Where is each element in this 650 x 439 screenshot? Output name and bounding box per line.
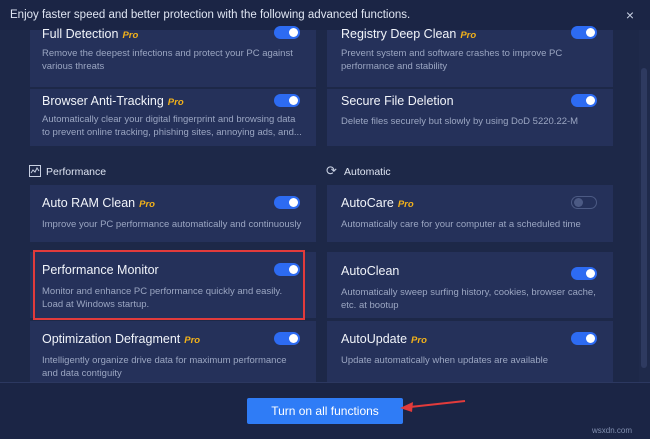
toggle-browser-anti-tracking[interactable]	[274, 94, 300, 107]
card-auto-ram-clean: Auto RAM Clean Pro Improve your PC perfor…	[30, 185, 316, 242]
toggle-autoclean[interactable]	[571, 267, 597, 280]
card-title: AutoUpdate Pro	[341, 332, 427, 346]
toggle-optimization-defragment[interactable]	[274, 332, 300, 345]
toggle-knob	[586, 96, 595, 105]
toggle-knob	[289, 28, 298, 37]
toggle-knob	[289, 334, 298, 343]
toggle-knob	[289, 198, 298, 207]
card-title: Registry Deep Clean Pro	[341, 27, 477, 41]
toggle-secure-file-deletion[interactable]	[571, 94, 597, 107]
card-full-detection: Full Detection Pro Remove the deepest inf…	[30, 26, 316, 87]
toggle-autoupdate[interactable]	[571, 332, 597, 345]
pro-badge: Pro	[411, 335, 427, 346]
pro-badge: Pro	[139, 199, 155, 210]
turn-on-all-button[interactable]: Turn on all functions	[247, 398, 403, 424]
pro-badge: Pro	[460, 30, 477, 41]
section-performance: Performance	[46, 166, 107, 178]
top-bar: Enjoy faster speed and better protection…	[0, 0, 650, 30]
toggle-auto-ram-clean[interactable]	[274, 196, 300, 209]
card-secure-file-deletion: Secure File Deletion Delete files secure…	[327, 89, 613, 146]
toggle-knob	[586, 334, 595, 343]
card-description: Automatically clear your digital fingerp…	[42, 114, 302, 138]
scrollbar[interactable]	[639, 30, 650, 382]
card-title: AutoCare Pro	[341, 196, 414, 210]
card-title: Browser Anti-Tracking Pro	[42, 94, 184, 108]
section-automatic: Automatic	[344, 166, 391, 178]
card-browser-anti-tracking: Browser Anti-Tracking Pro Automatically c…	[30, 89, 316, 146]
toggle-registry-deep-clean[interactable]	[571, 26, 597, 39]
close-icon[interactable]: ×	[621, 6, 639, 24]
card-title: Secure File Deletion	[341, 94, 454, 108]
card-description: Improve your PC performance automaticall…	[42, 219, 302, 230]
pro-badge: Pro	[122, 30, 139, 41]
toggle-full-detection[interactable]	[274, 26, 300, 39]
watermark: wsxdn.com	[592, 426, 633, 435]
header-message: Enjoy faster speed and better protection…	[10, 9, 411, 21]
performance-chart-icon	[29, 165, 41, 177]
card-description: Update automatically when updates are av…	[341, 355, 549, 366]
card-description: Automatically care for your computer at …	[341, 219, 581, 230]
toggle-knob	[574, 198, 583, 207]
card-title: Full Detection Pro	[42, 27, 139, 41]
toggle-knob	[586, 269, 595, 278]
toggle-knob	[586, 28, 595, 37]
red-arrow-icon	[400, 400, 466, 412]
card-optimization-defragment: Optimization Defragment Pro Intelligently…	[30, 321, 316, 382]
card-description: Remove the deepest infections and protec…	[42, 48, 293, 72]
card-description: Automatically sweep surfing history, coo…	[341, 287, 596, 311]
refresh-icon: ⟳	[326, 163, 337, 178]
card-description: Prevent system and software crashes to i…	[341, 48, 563, 72]
card-autoclean: AutoClean Automatically sweep surfing hi…	[327, 252, 613, 318]
card-registry-deep-clean: Registry Deep Clean Pro Prevent system an…	[327, 26, 613, 87]
card-description: Delete files securely but slowly by usin…	[341, 116, 579, 127]
card-title: Auto RAM Clean Pro	[42, 196, 155, 210]
card-autocare: AutoCare Pro Automatically care for your …	[327, 185, 613, 242]
pro-badge: Pro	[397, 199, 414, 210]
pro-badge: Pro	[184, 335, 201, 346]
card-autoupdate: AutoUpdate Pro Update automatically when …	[327, 321, 613, 382]
card-title: Optimization Defragment Pro	[42, 332, 201, 346]
card-title: AutoClean	[341, 264, 400, 278]
card-description: Intelligently organize drive data for ma…	[42, 355, 287, 379]
scrollbar-thumb[interactable]	[641, 68, 647, 368]
highlight-box	[33, 250, 305, 320]
toggle-autocare[interactable]	[571, 196, 597, 209]
toggle-knob	[289, 96, 298, 105]
pro-badge: Pro	[167, 97, 184, 108]
